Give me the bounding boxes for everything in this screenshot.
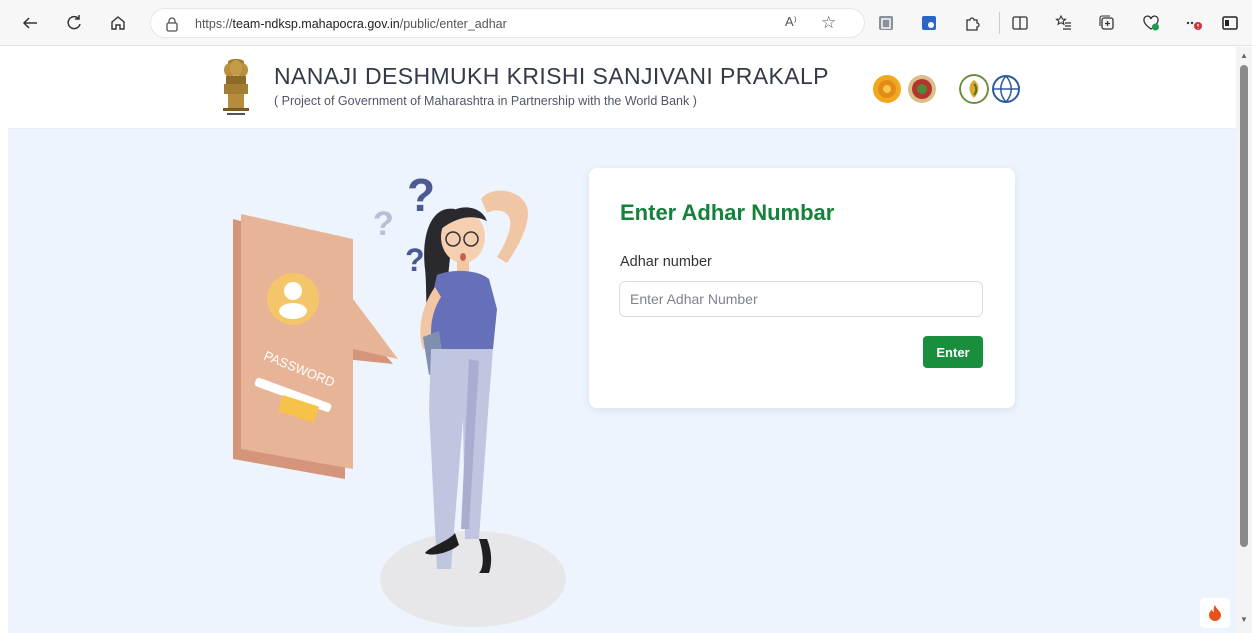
home-icon[interactable]: [104, 9, 132, 37]
agriculture-dept-logo: [908, 75, 936, 103]
pocra-logo: [959, 74, 989, 104]
more-icon[interactable]: [1180, 9, 1208, 37]
toolbar-divider: [999, 12, 1000, 34]
back-icon[interactable]: [16, 9, 44, 37]
address-bar[interactable]: https://team-ndksp.mahapocra.gov.in/publ…: [150, 8, 865, 38]
scroll-thumb[interactable]: [1240, 65, 1248, 547]
url-path: /public/enter_adhar: [399, 17, 507, 31]
question-mark-icon: ?: [405, 242, 425, 278]
url-text[interactable]: https://team-ndksp.mahapocra.gov.in/publ…: [195, 17, 507, 31]
url-host: team-ndksp.mahapocra.gov.in: [232, 17, 400, 31]
site-header: NANAJI DESHMUKH KRISHI SANJIVANI PRAKALP…: [8, 47, 1236, 129]
national-emblem-logo: [223, 59, 249, 115]
scroll-down-icon[interactable]: ▼: [1240, 615, 1248, 624]
page-scrollbar[interactable]: ▲ ▼: [1236, 47, 1252, 633]
sidebar-icon[interactable]: [1216, 9, 1244, 37]
site-subtitle: ( Project of Government of Maharashtra i…: [274, 94, 697, 108]
adhar-form-card: Enter Adhar Numbar Adhar number Enter: [589, 168, 1015, 408]
collections-icon[interactable]: [1093, 9, 1121, 37]
url-prefix: https://: [195, 17, 233, 31]
form-title: Enter Adhar Numbar: [620, 200, 835, 225]
adhar-field-label: Adhar number: [620, 254, 712, 270]
extension-icon[interactable]: [915, 9, 943, 37]
extension-icon[interactable]: [872, 9, 900, 37]
extensions-puzzle-icon[interactable]: [958, 9, 986, 37]
scroll-up-icon[interactable]: ▲: [1240, 51, 1248, 60]
browser-toolbar: https://team-ndksp.mahapocra.gov.in/publ…: [0, 0, 1252, 46]
adhar-number-input[interactable]: [619, 281, 983, 317]
favorites-list-icon[interactable]: [1050, 9, 1078, 37]
health-icon[interactable]: [1137, 9, 1165, 37]
question-mark-icon: ?: [407, 169, 435, 221]
split-screen-icon[interactable]: [1006, 9, 1034, 37]
world-bank-logo: [992, 75, 1020, 103]
read-aloud-icon[interactable]: A⁾: [785, 14, 797, 30]
maharashtra-govt-logo: [873, 75, 901, 103]
main-content: PASSWORD ? ? ? Enter Adhar Numbar Adhar …: [8, 129, 1236, 633]
site-title: NANAJI DESHMUKH KRISHI SANJIVANI PRAKALP: [274, 63, 829, 89]
refresh-icon[interactable]: [60, 9, 88, 37]
question-mark-icon: ?: [373, 205, 394, 243]
favorite-star-icon[interactable]: ☆: [821, 13, 836, 33]
confused-user-illustration: PASSWORD ? ? ?: [233, 169, 566, 627]
fire-icon[interactable]: [1200, 598, 1230, 628]
lock-icon[interactable]: [163, 15, 181, 33]
enter-button[interactable]: Enter: [923, 336, 983, 368]
